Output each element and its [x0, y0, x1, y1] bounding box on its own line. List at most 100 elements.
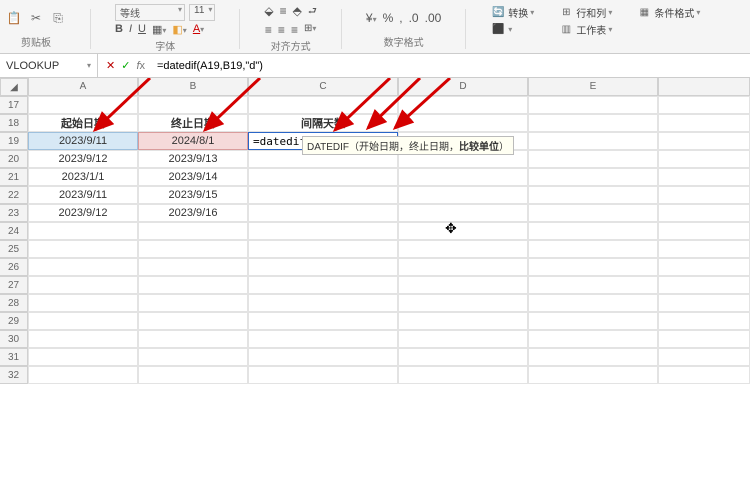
col-head[interactable]	[658, 78, 750, 96]
cell[interactable]	[28, 96, 138, 114]
row-head[interactable]: 22	[0, 186, 28, 204]
cell[interactable]	[248, 240, 398, 258]
cell[interactable]	[28, 258, 138, 276]
cell[interactable]	[28, 294, 138, 312]
cell[interactable]	[528, 366, 658, 384]
col-head[interactable]: A	[28, 78, 138, 96]
cell[interactable]	[658, 150, 750, 168]
cell[interactable]	[528, 204, 658, 222]
row-head[interactable]: 26	[0, 258, 28, 276]
cell[interactable]	[248, 204, 398, 222]
cell[interactable]	[138, 294, 248, 312]
cell[interactable]	[248, 276, 398, 294]
bold-button[interactable]: B	[115, 23, 123, 36]
row-head[interactable]: 21	[0, 168, 28, 186]
cell[interactable]	[658, 222, 750, 240]
cancel-formula-icon[interactable]: ✕	[106, 59, 115, 72]
cell[interactable]	[28, 240, 138, 258]
cell[interactable]: 2023/9/13	[138, 150, 248, 168]
align-mid-icon[interactable]: ≡	[280, 4, 287, 21]
align-left-icon[interactable]: ≡	[265, 23, 272, 37]
row-head[interactable]: 25	[0, 240, 28, 258]
align-bot-icon[interactable]: ⬘	[293, 4, 302, 21]
cell[interactable]	[138, 312, 248, 330]
cell[interactable]	[528, 132, 658, 150]
row-head[interactable]: 28	[0, 294, 28, 312]
cell[interactable]	[658, 366, 750, 384]
cell[interactable]	[28, 330, 138, 348]
font-size-select[interactable]: 11▾	[189, 4, 215, 21]
cell[interactable]	[138, 348, 248, 366]
cell[interactable]	[658, 294, 750, 312]
cell[interactable]	[138, 276, 248, 294]
cell[interactable]	[398, 222, 528, 240]
wrap-button[interactable]: ⮐	[308, 4, 317, 21]
cell[interactable]	[398, 294, 528, 312]
rowcol-button[interactable]: ⊞行和列▾	[558, 4, 612, 20]
cell[interactable]	[658, 204, 750, 222]
cell[interactable]: 2023/9/12	[28, 204, 138, 222]
sheet-button[interactable]: ▥工作表▾	[558, 21, 612, 37]
cell[interactable]	[658, 168, 750, 186]
cell[interactable]	[658, 312, 750, 330]
cell[interactable]	[658, 240, 750, 258]
cell[interactable]: 2023/9/15	[138, 186, 248, 204]
row-head[interactable]: 23	[0, 204, 28, 222]
cell[interactable]	[528, 186, 658, 204]
cell[interactable]	[528, 114, 658, 132]
cell[interactable]	[248, 330, 398, 348]
copy-icon[interactable]: ⎘	[50, 10, 66, 26]
name-box[interactable]: VLOOKUP ▾	[0, 54, 98, 77]
row-head[interactable]: 19	[0, 132, 28, 150]
row-head[interactable]: 32	[0, 366, 28, 384]
cell[interactable]: 2023/9/16	[138, 204, 248, 222]
underline-button[interactable]: U	[138, 23, 146, 36]
fx-icon[interactable]: fx	[136, 60, 145, 72]
cell[interactable]	[658, 132, 750, 150]
cell[interactable]	[658, 114, 750, 132]
paste-icon[interactable]: 📋	[6, 10, 22, 26]
fill-color-button[interactable]: ◧▾	[172, 23, 186, 36]
cell[interactable]: 2023/9/11	[28, 132, 138, 150]
dec-dec-icon[interactable]: .00	[425, 11, 442, 25]
cell[interactable]	[248, 222, 398, 240]
cell[interactable]	[248, 258, 398, 276]
cell[interactable]	[528, 330, 658, 348]
cell[interactable]: 2024/8/1	[138, 132, 248, 150]
cell[interactable]	[398, 348, 528, 366]
cell[interactable]	[528, 312, 658, 330]
cell[interactable]	[528, 96, 658, 114]
row-head[interactable]: 31	[0, 348, 28, 366]
worksheet-grid[interactable]: ◢ A B C D E 1718起始日期终止日期间隔天数192023/9/112…	[0, 78, 750, 384]
comma-icon[interactable]: ,	[399, 11, 402, 25]
cell[interactable]	[528, 348, 658, 366]
row-head[interactable]: 27	[0, 276, 28, 294]
cell[interactable]	[138, 258, 248, 276]
col-head[interactable]: C	[248, 78, 398, 96]
col-head[interactable]: D	[398, 78, 528, 96]
align-center-icon[interactable]: ≡	[278, 23, 285, 37]
cell[interactable]	[398, 186, 528, 204]
row-head[interactable]: 30	[0, 330, 28, 348]
row-head[interactable]: 29	[0, 312, 28, 330]
select-all-corner[interactable]: ◢	[0, 78, 28, 96]
accept-formula-icon[interactable]: ✓	[121, 59, 130, 72]
cell[interactable]	[28, 312, 138, 330]
cell[interactable]	[528, 168, 658, 186]
cell[interactable]: 2023/9/11	[28, 186, 138, 204]
cell[interactable]	[248, 186, 398, 204]
cell[interactable]	[398, 276, 528, 294]
merge-button[interactable]: ⊞▾	[304, 23, 316, 37]
cell[interactable]	[658, 258, 750, 276]
border-button[interactable]: ▦▾	[152, 23, 166, 36]
cell[interactable]	[658, 96, 750, 114]
cell[interactable]	[28, 366, 138, 384]
cell[interactable]	[398, 240, 528, 258]
currency-icon[interactable]: ¥▾	[366, 11, 377, 25]
font-name-select[interactable]: 等线▾	[115, 4, 185, 21]
cell[interactable]	[138, 366, 248, 384]
row-head[interactable]: 24	[0, 222, 28, 240]
italic-button[interactable]: I	[129, 23, 132, 36]
cell[interactable]	[528, 294, 658, 312]
cell[interactable]	[398, 312, 528, 330]
